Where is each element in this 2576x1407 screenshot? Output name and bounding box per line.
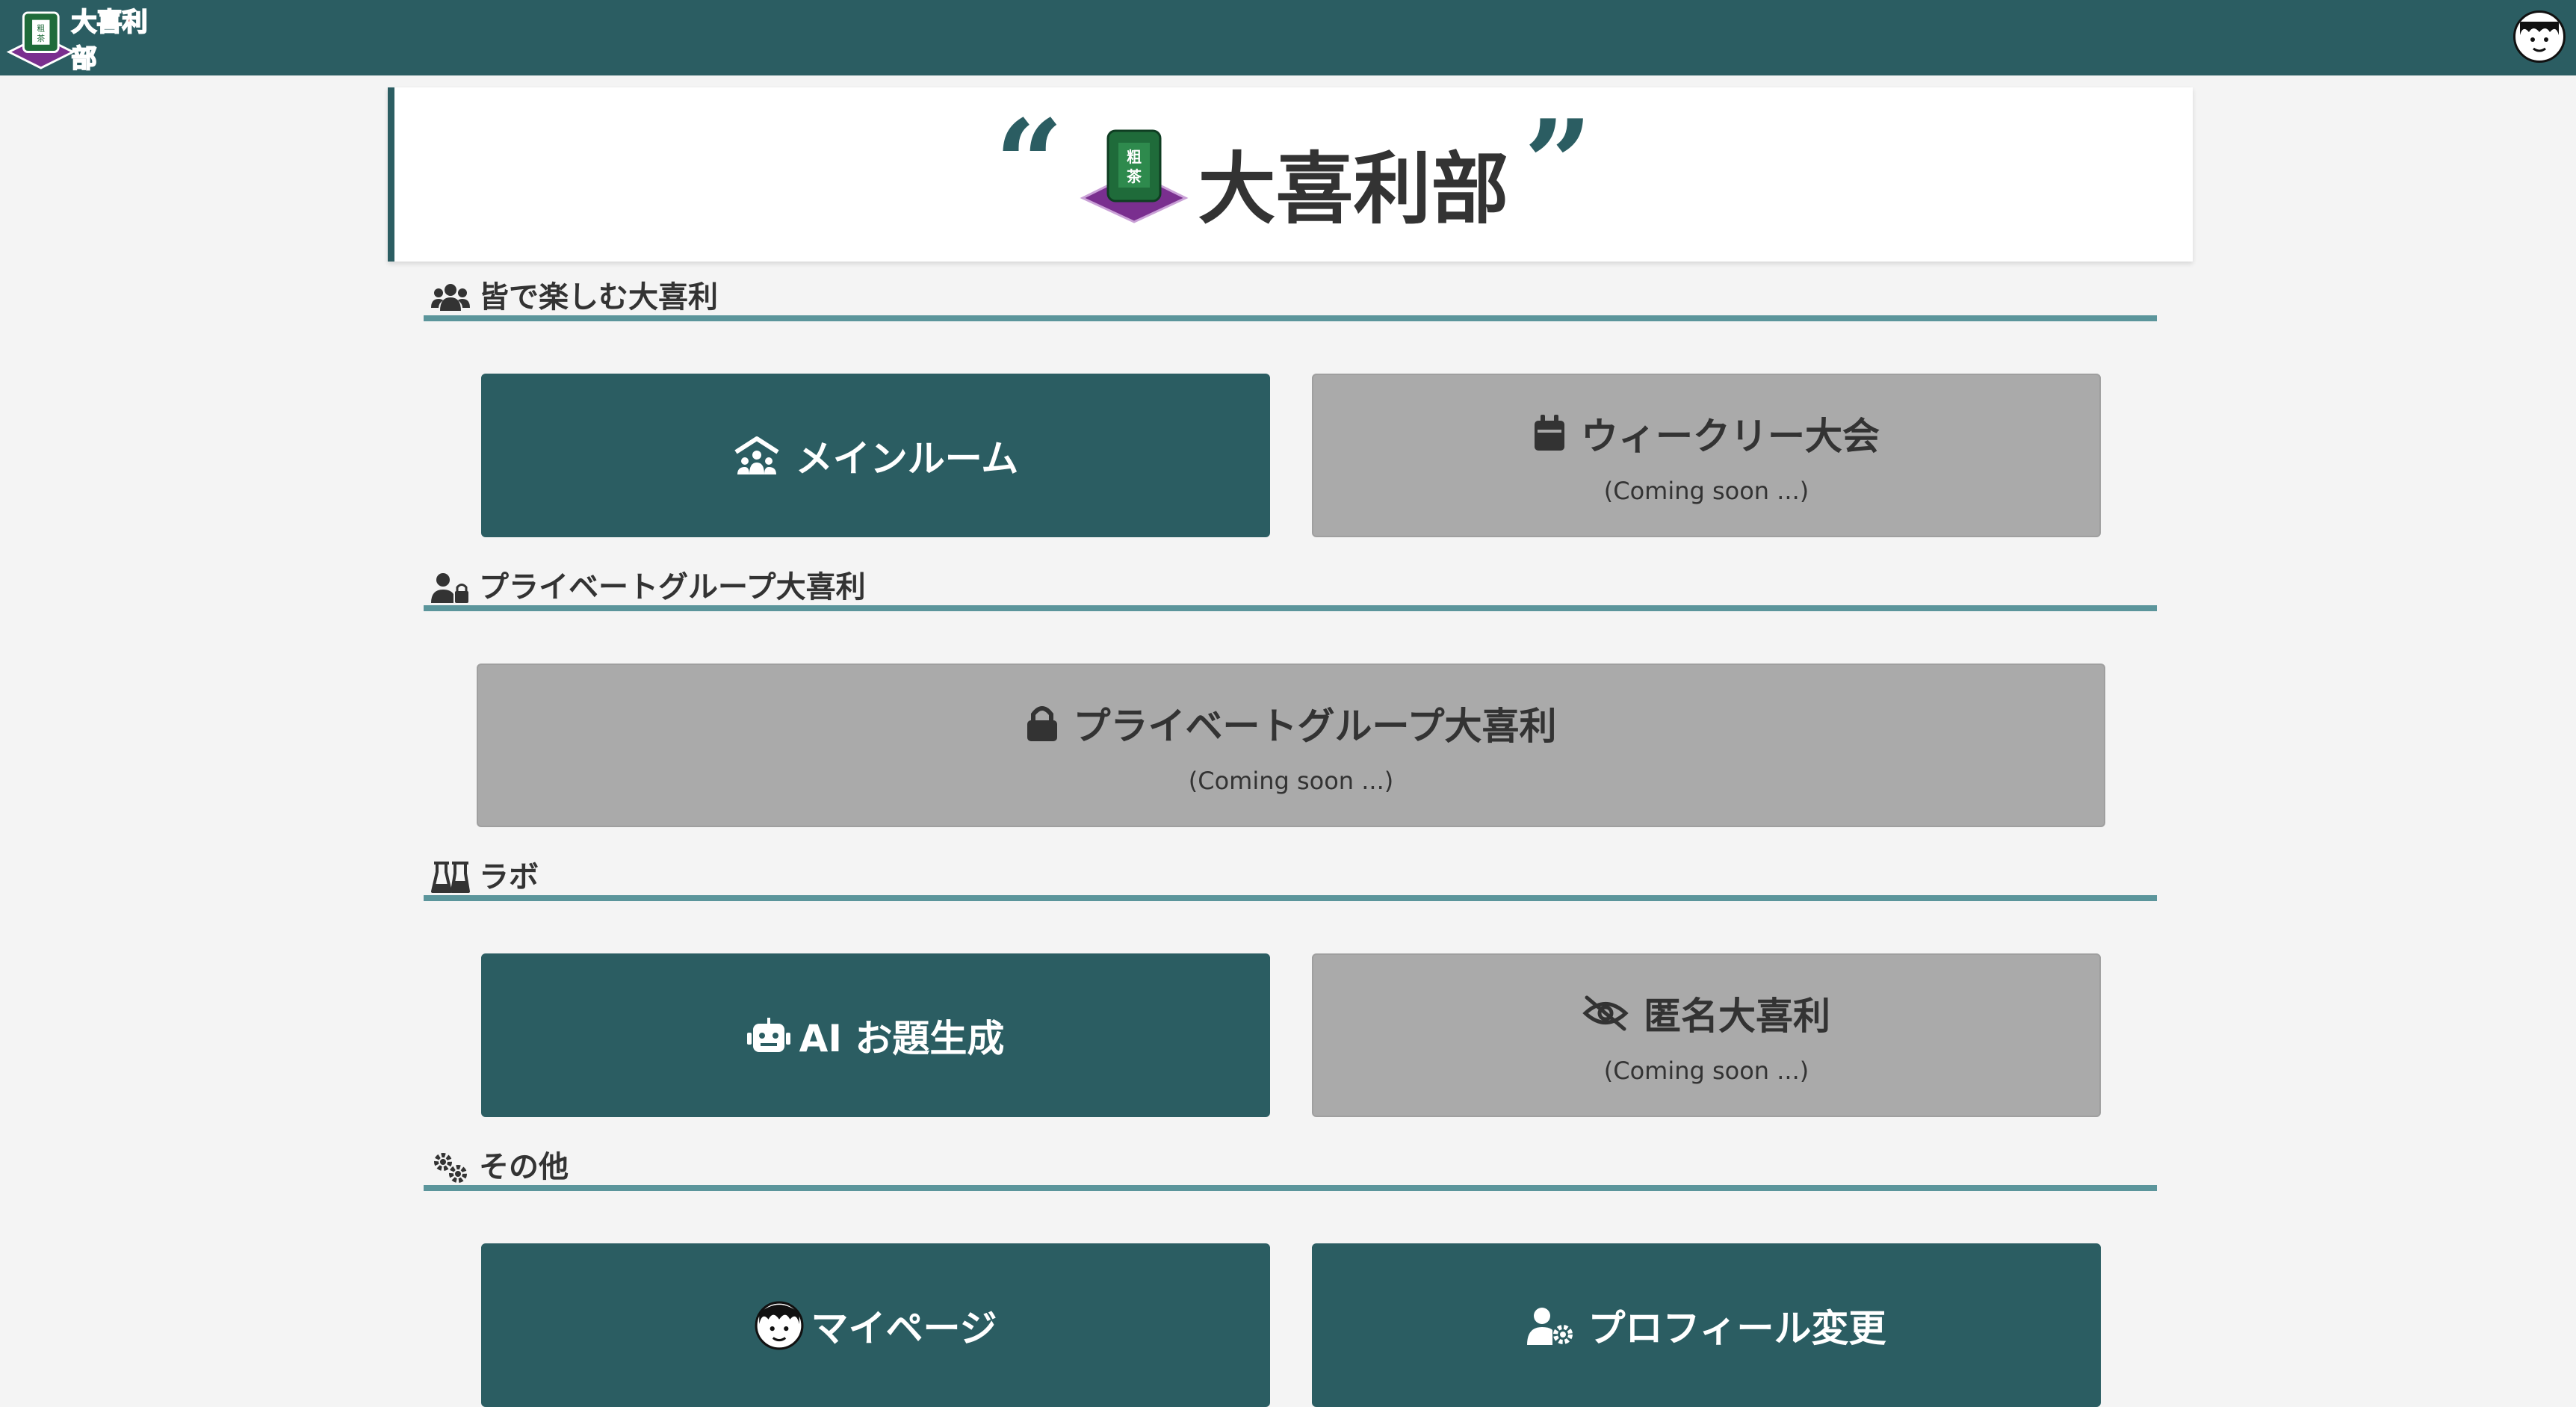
anonymous-coming-soon: (Coming soon ...)	[1603, 1056, 1809, 1085]
main-room-label: メインルーム	[795, 436, 1019, 480]
logo-badge-bottom: 茶	[37, 34, 45, 43]
user-lock-icon	[431, 571, 470, 604]
main-room-button[interactable]: メインルーム	[481, 374, 1270, 537]
my-page-button[interactable]: マイページ	[481, 1243, 1270, 1407]
logo-badge-top: 粗	[37, 23, 45, 33]
eye-slash-icon	[1582, 995, 1629, 1032]
my-page-label: マイページ	[811, 1306, 997, 1350]
section-everyone-label: 皆で楽しむ大喜利	[479, 280, 718, 315]
users-icon	[431, 281, 470, 314]
open-quote-icon: “	[994, 93, 1064, 234]
hero-banner: “ 粗 茶 大喜利部 ”	[388, 87, 2193, 262]
lock-icon	[1026, 704, 1059, 743]
user-gear-icon	[1526, 1306, 1573, 1345]
section-private: プライベートグループ大喜利	[424, 571, 2157, 611]
section-everyone: 皆で楽しむ大喜利	[424, 281, 2157, 321]
tea-cup-logo-icon: 粗 茶	[6, 11, 75, 69]
weekly-tournament-button: ウィークリー大会 (Coming soon ...)	[1312, 374, 2101, 537]
app-logo[interactable]: 粗 茶 大喜利部	[6, 6, 170, 75]
anonymous-label: 匿名大喜利	[1644, 994, 1830, 1038]
avatar-icon	[755, 1301, 804, 1350]
profile-edit-button[interactable]: プロフィール変更	[1312, 1243, 2101, 1407]
section-lab: ラボ	[424, 861, 2157, 901]
people-roof-icon	[733, 436, 781, 476]
weekly-coming-soon: (Coming soon ...)	[1603, 476, 1809, 505]
user-avatar[interactable]	[2513, 10, 2566, 63]
logo-text: 大喜利部	[71, 7, 149, 75]
gears-icon	[431, 1151, 470, 1184]
banner-badge-bottom: 茶	[1127, 167, 1142, 185]
weekly-label: ウィークリー大会	[1581, 414, 1880, 458]
section-lab-label: ラボ	[479, 860, 539, 894]
avatar-face-icon	[2520, 22, 2559, 52]
section-private-label: プライベートグループ大喜利	[479, 570, 866, 604]
close-quote-icon: ”	[1523, 93, 1593, 234]
flask-icon	[431, 861, 470, 894]
page-title: 大喜利部	[1198, 143, 1509, 235]
profile-edit-label: プロフィール変更	[1588, 1306, 1886, 1350]
tea-cup-logo-icon: 粗 茶	[1080, 129, 1189, 223]
private-group-coming-soon: (Coming soon ...)	[1188, 766, 1394, 795]
calendar-icon	[1533, 414, 1566, 452]
ai-topic-label: AI お題生成	[799, 1016, 1005, 1060]
robot-icon	[746, 1017, 790, 1054]
private-group-button: プライベートグループ大喜利 (Coming soon ...)	[477, 664, 2105, 827]
section-other-label: その他	[479, 1150, 569, 1184]
banner-badge-top: 粗	[1127, 148, 1142, 166]
ai-topic-button[interactable]: AI お題生成	[481, 953, 1270, 1117]
section-other: その他	[424, 1151, 2157, 1191]
private-group-label: プライベートグループ大喜利	[1073, 704, 1557, 748]
top-bar: 粗 茶 大喜利部	[0, 0, 2576, 75]
anonymous-button: 匿名大喜利 (Coming soon ...)	[1312, 953, 2101, 1117]
